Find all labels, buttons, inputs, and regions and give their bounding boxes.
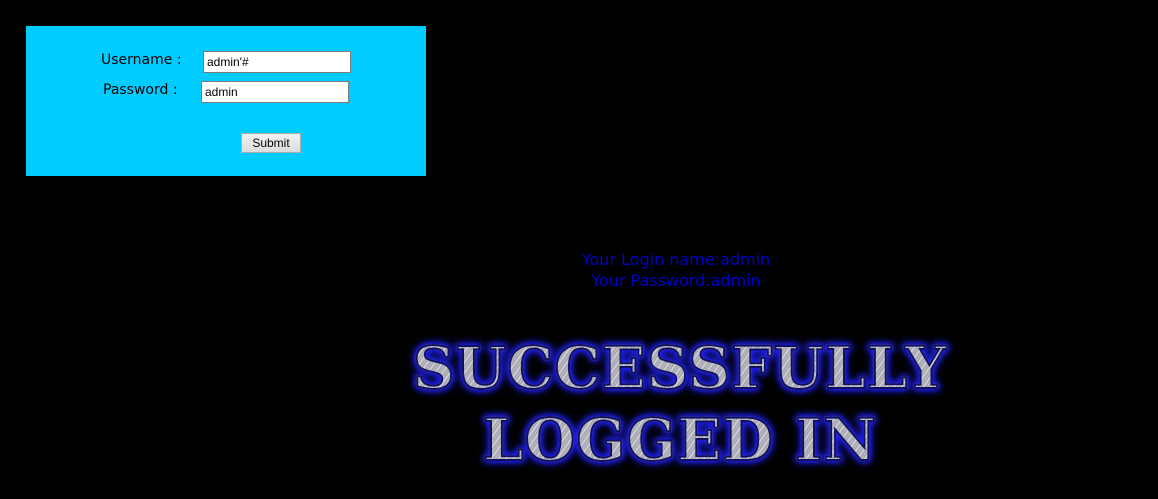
password-label: Password : xyxy=(103,82,178,98)
password-input[interactable] xyxy=(201,81,349,103)
username-input[interactable] xyxy=(203,51,351,73)
username-label: Username : xyxy=(101,52,182,68)
success-banner: SUCCESSFULLY LOGGED IN xyxy=(300,332,1060,476)
login-form-panel: Username : Password : Submit xyxy=(26,26,426,176)
password-text: Your Password:admin xyxy=(591,271,761,290)
login-name-text: Your Login name:admin xyxy=(581,250,771,269)
banner-line-successfully: SUCCESSFULLY xyxy=(300,332,1060,404)
banner-line-logged-in: LOGGED IN xyxy=(300,404,1060,476)
submit-button[interactable]: Submit xyxy=(241,133,301,153)
